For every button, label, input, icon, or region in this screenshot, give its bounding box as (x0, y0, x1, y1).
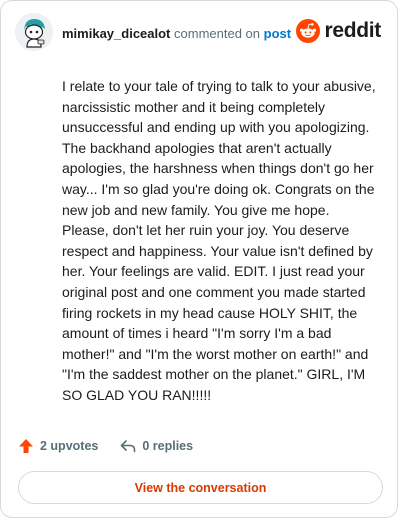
view-conversation-button[interactable]: View the conversation (18, 471, 383, 504)
user-avatar-icon (15, 13, 53, 51)
reddit-wordmark: reddit (324, 19, 381, 42)
reddit-snoo-icon (296, 19, 321, 43)
username-link[interactable]: mimikay_dicealot (62, 26, 170, 41)
comment-header: mimikay_dicealot commented on post reddi… (15, 13, 383, 53)
action-text: commented on (174, 26, 261, 41)
avatar[interactable] (15, 13, 53, 51)
comment-actions: 2 upvotes 0 replies (18, 438, 193, 454)
comment-card: mimikay_dicealot commented on post reddi… (0, 0, 398, 518)
upvote-count: 2 upvotes (40, 439, 99, 453)
upvote-button[interactable]: 2 upvotes (18, 438, 98, 454)
comment-meta: mimikay_dicealot commented on post (62, 26, 291, 41)
replies-count: 0 replies (142, 439, 194, 453)
comment-body: I relate to your tale of trying to talk … (62, 78, 376, 403)
post-link[interactable]: post (264, 26, 291, 41)
upvote-arrow-icon (19, 439, 33, 453)
reply-arrow-icon (121, 440, 136, 453)
replies-button[interactable]: 0 replies (120, 439, 193, 453)
reddit-logo[interactable]: reddit (296, 19, 381, 43)
